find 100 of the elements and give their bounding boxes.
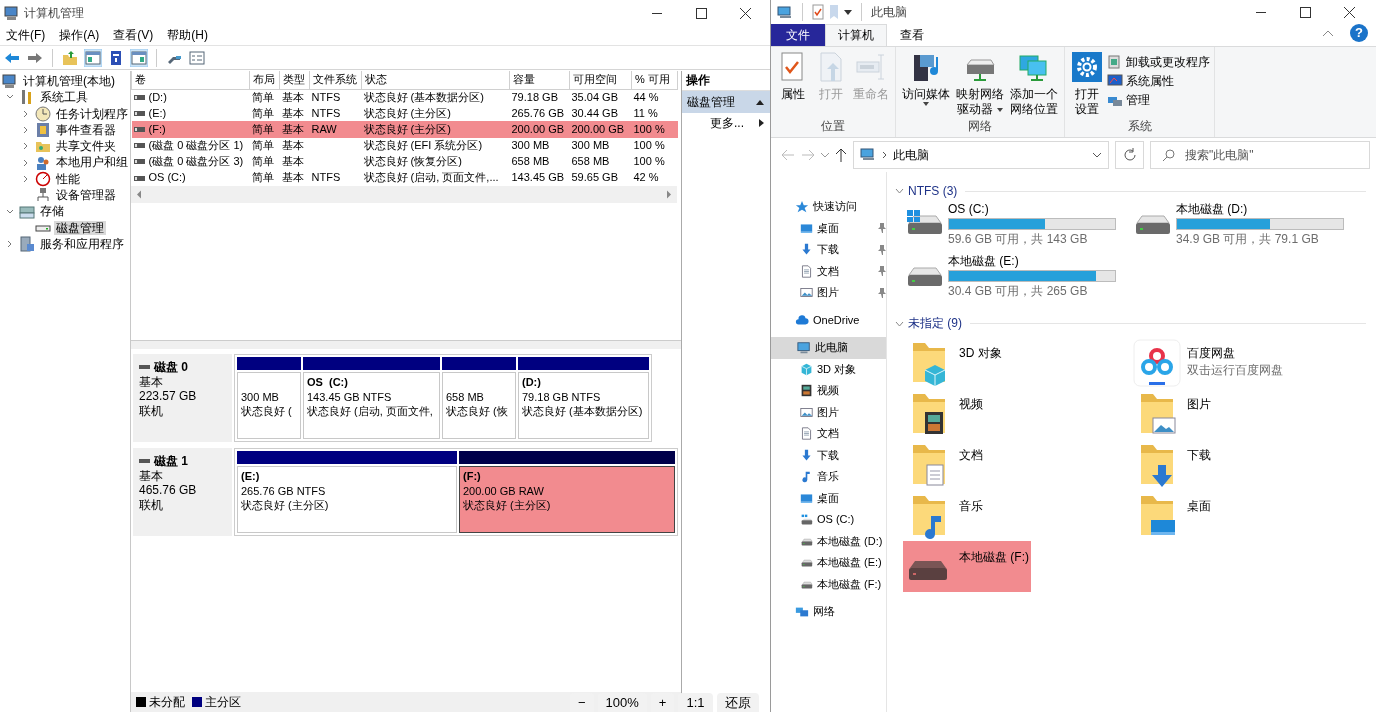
item-name[interactable]: 图片 bbox=[1187, 396, 1211, 411]
drive-name[interactable]: 本地磁盘 (E:) bbox=[948, 253, 1116, 269]
folder-tile[interactable]: 音乐 bbox=[903, 489, 985, 541]
ribbon-button[interactable]: 访问媒体 bbox=[900, 51, 952, 119]
collapsed-chevron-icon[interactable] bbox=[6, 240, 14, 249]
collapsed-chevron-icon[interactable] bbox=[22, 109, 30, 118]
actions-section[interactable]: 磁盘管理 bbox=[682, 91, 770, 113]
item-name[interactable]: 3D 对象 bbox=[959, 345, 1002, 360]
column-header[interactable]: 文件系统 bbox=[309, 71, 362, 89]
column-header[interactable]: 容量 bbox=[509, 71, 570, 89]
column-header[interactable]: 可用空间 bbox=[569, 71, 632, 89]
tree-item[interactable]: 存储 bbox=[38, 204, 66, 219]
nav-item[interactable]: 图片 bbox=[771, 401, 886, 423]
nav-item[interactable]: 图片 bbox=[771, 282, 886, 304]
item-name[interactable]: 百度网盘 bbox=[1187, 345, 1283, 360]
column-header[interactable]: % 可用 bbox=[631, 71, 678, 89]
ribbon-button[interactable]: 卸载或更改程序 bbox=[1107, 54, 1210, 70]
group-chevron-icon[interactable] bbox=[895, 188, 904, 194]
folder-tile[interactable]: 本地磁盘 (F:) bbox=[903, 540, 1031, 592]
nav-item[interactable]: OS (C:) bbox=[771, 509, 886, 531]
maximize-icon[interactable] bbox=[695, 6, 708, 20]
nav-item[interactable]: 本地磁盘 (D:) bbox=[771, 530, 886, 552]
properties-icon[interactable] bbox=[812, 4, 824, 20]
action-pane-icon[interactable] bbox=[130, 48, 148, 67]
ribbon-button[interactable]: 添加一个 网络位置 bbox=[1008, 51, 1060, 119]
partition-box[interactable]: (D:) 79.18 GB NTFS 状态良好 (基本数据分区) bbox=[518, 372, 649, 439]
ribbon-button[interactable]: 系统属性 bbox=[1107, 73, 1210, 89]
column-header[interactable]: 卷 bbox=[131, 71, 250, 89]
group-header[interactable]: NTFS (3) bbox=[908, 183, 958, 199]
menu-item[interactable]: 文件(F) bbox=[6, 28, 46, 43]
nav-item[interactable]: 文档 bbox=[771, 260, 886, 282]
nav-item[interactable]: 快速访问 bbox=[771, 196, 886, 218]
horizontal-scrollbar[interactable] bbox=[131, 186, 677, 204]
refresh-icon[interactable] bbox=[1122, 148, 1137, 162]
item-name[interactable]: 视频 bbox=[959, 396, 983, 411]
collapsed-chevron-icon[interactable] bbox=[22, 174, 30, 183]
tree-item[interactable]: 事件查看器 bbox=[54, 122, 118, 138]
group-chevron-icon[interactable] bbox=[895, 320, 904, 327]
help-button[interactable]: ? bbox=[1350, 24, 1368, 42]
nav-item[interactable]: 桌面 bbox=[771, 487, 886, 509]
folder-tile[interactable]: 文档 bbox=[903, 438, 985, 490]
tree-item[interactable]: 本地用户和组 bbox=[54, 155, 130, 170]
partition-box[interactable]: (E:) 265.76 GB NTFS 状态良好 (主分区) bbox=[237, 466, 457, 533]
menu-item[interactable]: 操作(A) bbox=[59, 28, 100, 43]
expanded-chevron-icon[interactable] bbox=[6, 207, 14, 216]
tree-item[interactable]: 性能 bbox=[54, 171, 82, 187]
file-menu-button[interactable]: 文件 bbox=[771, 24, 825, 46]
column-header[interactable]: 状态 bbox=[361, 71, 510, 89]
folder-tile[interactable]: 下载 bbox=[1131, 438, 1213, 490]
tree-item[interactable]: 设备管理器 bbox=[54, 188, 118, 203]
address-dropdown-icon[interactable] bbox=[1092, 152, 1102, 158]
ribbon-tab[interactable]: 查看 bbox=[887, 24, 937, 46]
nav-item[interactable]: 视频 bbox=[771, 380, 886, 402]
nav-item[interactable]: 下载 bbox=[771, 444, 886, 466]
customize-caret-icon[interactable] bbox=[844, 9, 852, 15]
partition-box[interactable]: OS (C:) 143.45 GB NTFS 状态良好 (启动, 页面文件, bbox=[303, 372, 440, 439]
collapsed-chevron-icon[interactable] bbox=[22, 126, 30, 135]
tree-item[interactable]: 共享文件夹 bbox=[54, 139, 118, 154]
folder-tile[interactable]: 桌面 bbox=[1131, 489, 1213, 541]
collapsed-chevron-icon[interactable] bbox=[22, 158, 30, 167]
nav-item[interactable]: 网络 bbox=[771, 601, 886, 623]
close-icon[interactable] bbox=[1343, 5, 1356, 19]
close-icon[interactable] bbox=[739, 6, 752, 20]
tree-item[interactable]: 磁盘管理 bbox=[54, 220, 106, 235]
menu-item[interactable]: 查看(V) bbox=[113, 28, 154, 43]
column-header[interactable]: 布局 bbox=[249, 71, 280, 89]
item-name[interactable]: 文档 bbox=[959, 447, 983, 462]
nav-item[interactable]: OneDrive bbox=[771, 309, 886, 331]
nav-item[interactable]: 3D 对象 bbox=[771, 358, 886, 380]
up-folder-icon[interactable] bbox=[61, 48, 79, 67]
item-name[interactable]: 下载 bbox=[1187, 447, 1211, 462]
collapsed-chevron-icon[interactable] bbox=[22, 142, 30, 151]
item-name[interactable]: 本地磁盘 (F:) bbox=[959, 549, 1029, 564]
more-actions-link[interactable]: 更多... bbox=[710, 115, 744, 131]
zoom-button[interactable]: 还原 bbox=[716, 693, 759, 712]
column-header[interactable]: 类型 bbox=[279, 71, 310, 89]
nav-item[interactable]: 文档 bbox=[771, 423, 886, 445]
menu-item[interactable]: 帮助(H) bbox=[167, 28, 208, 43]
nav-item[interactable]: 本地磁盘 (E:) bbox=[771, 552, 886, 574]
item-name[interactable]: 音乐 bbox=[959, 498, 983, 513]
nav-item[interactable]: 音乐 bbox=[771, 466, 886, 488]
collapse-triangle-icon[interactable] bbox=[756, 99, 764, 105]
refresh-button[interactable] bbox=[1115, 141, 1144, 169]
tree-item[interactable]: 系统工具 bbox=[38, 90, 90, 105]
nav-item[interactable]: 桌面 bbox=[771, 217, 886, 239]
up-arrow-icon[interactable] bbox=[835, 148, 847, 162]
ribbon-button[interactable]: 打开 设置 bbox=[1069, 51, 1105, 119]
collapse-ribbon-icon[interactable] bbox=[1322, 29, 1334, 37]
partition-box[interactable]: (F:) 200.00 GB RAW 状态良好 (主分区) bbox=[459, 466, 675, 533]
partition-box[interactable]: 300 MB 状态良好 ( bbox=[237, 372, 301, 439]
recent-dropdown-icon[interactable] bbox=[821, 152, 829, 158]
ribbon-button[interactable]: 映射网络 驱动器 bbox=[954, 51, 1006, 119]
drive-name[interactable]: OS (C:) bbox=[948, 202, 1116, 217]
drive-name[interactable]: 本地磁盘 (D:) bbox=[1176, 202, 1344, 217]
zoom-button[interactable]: 1:1 bbox=[678, 693, 713, 712]
ribbon-button[interactable]: 属性 bbox=[775, 51, 811, 119]
ribbon-tab[interactable]: 计算机 bbox=[825, 24, 887, 46]
console-tree-icon[interactable] bbox=[84, 48, 102, 67]
folder-tile[interactable]: 3D 对象 bbox=[903, 336, 1004, 388]
maximize-icon[interactable] bbox=[1299, 5, 1312, 19]
